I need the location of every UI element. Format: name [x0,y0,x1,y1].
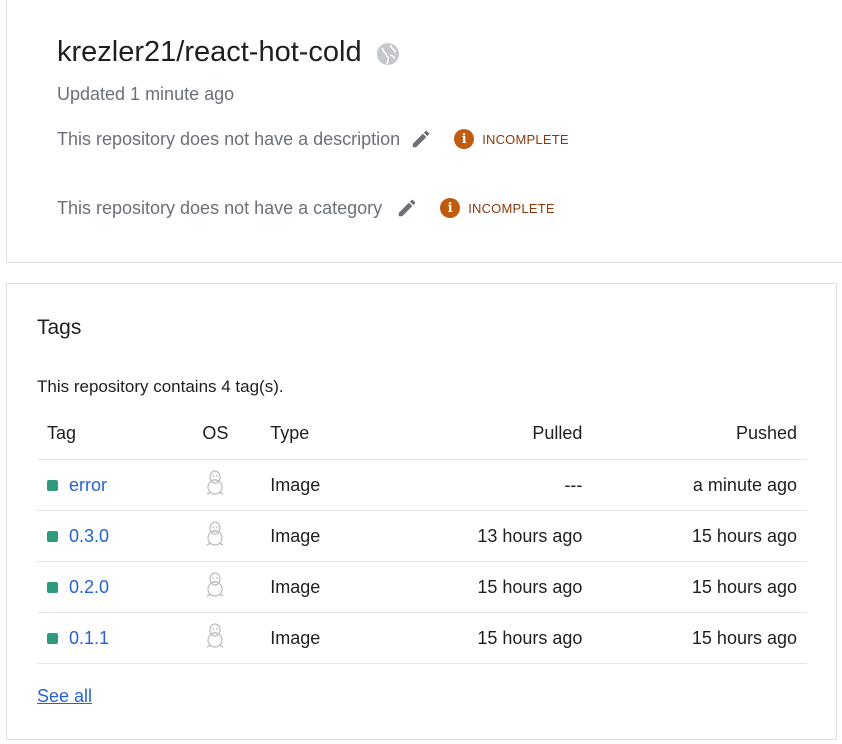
category-row: This repository does not have a category… [57,197,555,219]
description-row: This repository does not have a descript… [57,128,569,150]
linux-icon [204,571,226,598]
tag-link[interactable]: 0.1.1 [69,628,109,649]
repository-title-row: krezler21/react-hot-cold [57,36,400,69]
description-status-badge: i INCOMPLETE [454,129,569,149]
tag-pushed: 15 hours ago [582,612,807,664]
tag-link[interactable]: 0.2.0 [69,577,109,598]
tag-link[interactable]: 0.3.0 [69,526,109,547]
table-row: 0.1.1 Image 15 hours ago 15 hours ago [37,612,807,664]
column-header-pushed: Pushed [582,408,807,460]
linux-icon [204,520,226,547]
description-status-label: INCOMPLETE [482,131,569,147]
tag-type: Image [270,561,406,613]
tag-pulled: 15 hours ago [405,612,583,664]
category-text: This repository does not have a category [57,197,383,218]
tag-pushed: a minute ago [582,459,807,511]
globe-icon [376,41,400,65]
tag-pushed: 15 hours ago [582,510,807,562]
see-all-link[interactable]: See all [37,686,92,707]
description-text: This repository does not have a descript… [57,128,401,149]
tag-pushed: 15 hours ago [582,561,807,613]
tag-status-indicator [47,632,58,644]
tag-type: Image [270,510,406,562]
column-header-os: OS [202,408,271,460]
table-row: 0.2.0 Image 15 hours ago 15 hours ago [37,561,807,613]
tags-count-text: This repository contains 4 tag(s). [37,377,284,396]
table-row: 0.3.0 Image 13 hours ago 15 hours ago [37,510,807,562]
tag-status-indicator [47,530,58,542]
tags-heading: Tags [37,316,82,339]
linux-icon [204,469,226,496]
tag-pulled: --- [405,459,583,511]
tag-link[interactable]: error [69,475,107,496]
tag-pulled: 15 hours ago [405,561,583,613]
column-header-tag: Tag [37,408,203,460]
edit-description-pencil-icon[interactable] [410,128,432,150]
tag-type: Image [270,459,406,511]
tag-type: Image [270,612,406,664]
tag-status-indicator [47,581,58,593]
tag-status-indicator [47,479,58,491]
tag-pulled: 13 hours ago [405,510,583,562]
table-row: error Image --- a minute ago [37,459,807,511]
column-header-type: Type [270,408,406,460]
updated-timestamp: Updated 1 minute ago [57,84,235,104]
info-icon: i [440,198,461,218]
tags-card: Tags This repository contains 4 tag(s). … [6,283,837,740]
info-icon: i [454,129,475,149]
linux-icon [204,622,226,649]
category-status-label: INCOMPLETE [468,200,555,216]
tags-table: Tag OS Type Pulled Pushed error Image --… [37,408,807,664]
repository-header-card: krezler21/react-hot-cold Updated 1 minut… [6,0,842,263]
category-status-badge: i INCOMPLETE [440,198,555,218]
column-header-pulled: Pulled [405,408,583,460]
edit-category-pencil-icon[interactable] [396,197,418,219]
tags-table-header: Tag OS Type Pulled Pushed [37,408,807,460]
repository-title: krezler21/react-hot-cold [57,36,362,68]
